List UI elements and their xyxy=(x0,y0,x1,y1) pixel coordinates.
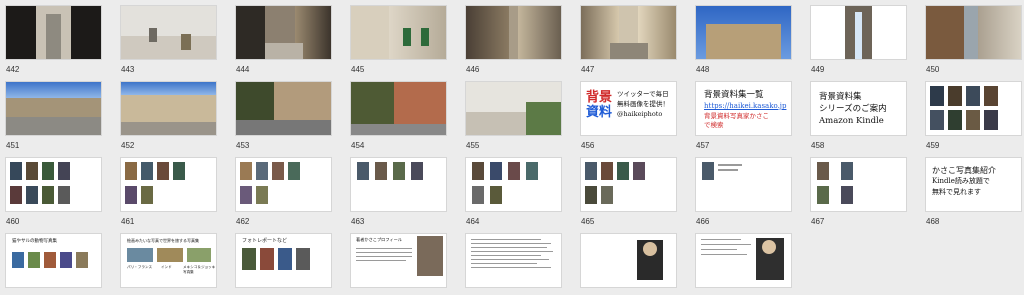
slide-title: 絵画みたいな写真で世界を旅する写真集 xyxy=(127,238,199,243)
slide-image xyxy=(351,82,446,135)
slide-image: 猫やサルの動物写真集 xyxy=(6,234,101,287)
slide-image xyxy=(121,6,216,59)
slide-image xyxy=(926,6,1021,59)
slide-number: 450 xyxy=(926,65,940,74)
slide-number: 447 xyxy=(581,65,595,74)
slide-number: 464 xyxy=(466,217,480,226)
slide-number: 442 xyxy=(6,65,20,74)
slide-image xyxy=(581,6,676,59)
slide-number: 443 xyxy=(121,65,135,74)
slide-image xyxy=(926,82,1021,135)
slide-image xyxy=(466,82,561,135)
slide-image xyxy=(581,234,676,287)
slide-number: 446 xyxy=(466,65,480,74)
slide-title: 猫やサルの動物写真集 xyxy=(12,239,57,244)
slide-grid: 442 443 444 445 446 447 448 449 450 451 … xyxy=(0,0,1024,295)
slide-number: 465 xyxy=(581,217,595,226)
slide-number: 453 xyxy=(236,141,250,150)
slide-number: 460 xyxy=(6,217,20,226)
slide-line: Amazon Kindle xyxy=(819,116,884,126)
slide-title-top: 背景 xyxy=(586,90,613,105)
slide-line: かさこ写真集紹介 xyxy=(932,166,996,175)
slide-title: 著者かさこプロフィール xyxy=(356,237,402,242)
slide-image xyxy=(236,158,331,211)
slide-image xyxy=(351,158,446,211)
slide-line: ツイッターで毎日 xyxy=(617,90,669,98)
slide-caption: メキシコ＆ジョッキ写真集 xyxy=(183,265,216,274)
slide-image xyxy=(696,158,791,211)
slide-title: 背景資料集一覧 xyxy=(704,90,764,100)
slide-image: 背景資料集一覧 https://haikei.kasako.jp 背景資料写真家… xyxy=(696,82,791,135)
slide-line: 背景資料写真家かさこ xyxy=(704,112,769,120)
slide-number: 461 xyxy=(121,217,135,226)
slide-number: 462 xyxy=(236,217,250,226)
slide-link[interactable]: https://haikei.kasako.jp xyxy=(704,101,786,112)
slide-image: 背景 資料 ツイッターで毎日 無料画像を提供！ @haikeiphoto xyxy=(581,82,676,135)
slide-line: @haikeiphoto xyxy=(617,110,663,118)
slide-number: 467 xyxy=(811,217,825,226)
slide-image xyxy=(6,6,101,59)
slide-number: 466 xyxy=(696,217,710,226)
slide-image xyxy=(811,6,906,59)
slide-image: 背景資料集 シリーズのご案内 Amazon Kindle xyxy=(811,82,906,135)
slide-caption: パリ・フランス xyxy=(127,265,153,269)
slide-image: フォトレポートなど xyxy=(236,234,331,287)
slide-number: 463 xyxy=(351,217,365,226)
slide-line: シリーズのご案内 xyxy=(819,104,887,114)
slide-image: 著者かさこプロフィール xyxy=(351,234,446,287)
slide-title: フォトレポートなど xyxy=(242,238,288,244)
slide-number: 454 xyxy=(351,141,365,150)
slide-number: 468 xyxy=(926,217,940,226)
slide-line: Kindle読み放題で xyxy=(932,177,990,185)
slide-number: 458 xyxy=(811,141,825,150)
slide-title-bottom: 資料 xyxy=(586,105,613,120)
slide-number: 448 xyxy=(696,65,710,74)
slide-number: 459 xyxy=(926,141,940,150)
slide-line: で検索 xyxy=(704,121,724,129)
slide-image xyxy=(121,82,216,135)
slide-image xyxy=(236,6,331,59)
slide-image xyxy=(236,82,331,135)
slide-image xyxy=(351,6,446,59)
slide-image xyxy=(581,158,676,211)
slide-image xyxy=(6,158,101,211)
slide-line: 無料画像を提供！ xyxy=(617,100,669,108)
slide-image xyxy=(121,158,216,211)
slide-number: 449 xyxy=(811,65,825,74)
slide-caption: インド xyxy=(161,265,172,269)
slide-image: かさこ写真集紹介 Kindle読み放題で 無料で見れます xyxy=(926,158,1021,211)
slide-number: 452 xyxy=(121,141,135,150)
slide-number: 457 xyxy=(696,141,710,150)
slide-image xyxy=(466,6,561,59)
slide-number: 456 xyxy=(581,141,595,150)
slide-number: 444 xyxy=(236,65,250,74)
slide-line: 背景資料集 xyxy=(819,92,862,102)
slide-image: 絵画みたいな写真で世界を旅する写真集 パリ・フランス インド メキシコ＆ジョッキ… xyxy=(121,234,216,287)
slide-image xyxy=(811,158,906,211)
slide-number: 451 xyxy=(6,141,20,150)
slide-number: 455 xyxy=(466,141,480,150)
slide-image xyxy=(466,234,561,287)
slide-image xyxy=(696,234,791,287)
slide-image xyxy=(466,158,561,211)
slide-image xyxy=(696,6,791,59)
slide-image xyxy=(6,82,101,135)
slide-number: 445 xyxy=(351,65,365,74)
slide-line: 無料で見れます xyxy=(932,188,981,196)
